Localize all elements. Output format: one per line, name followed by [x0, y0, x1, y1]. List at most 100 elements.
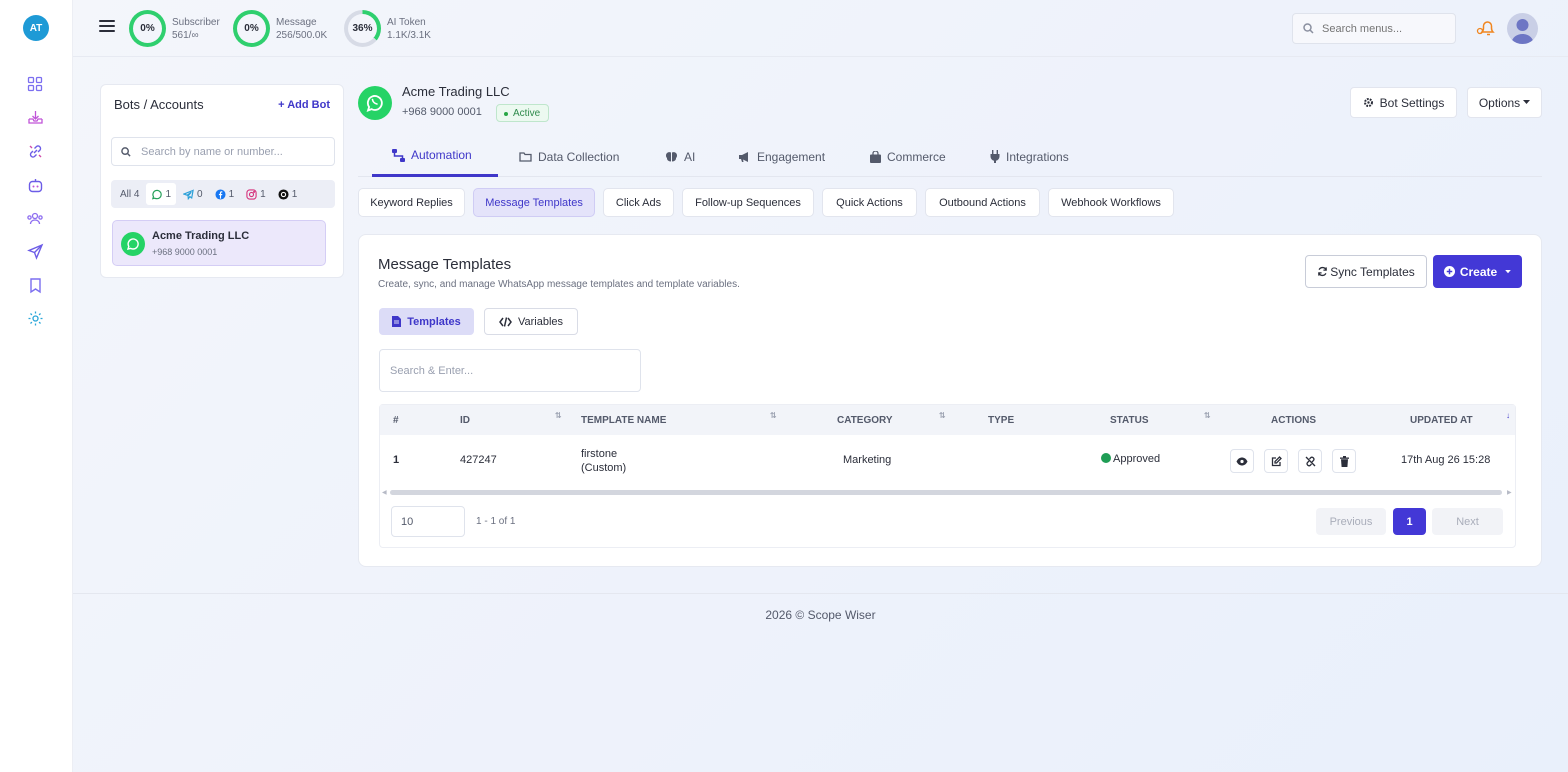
template-search-field[interactable]: Search & Enter...: [379, 349, 641, 392]
menu-toggle-icon[interactable]: [99, 20, 115, 34]
bot-settings-button[interactable]: Bot Settings: [1350, 87, 1457, 118]
subtab-quick-actions[interactable]: Quick Actions: [822, 188, 917, 217]
platform-filter-bar: All 4 1 0 1 1 1: [111, 180, 335, 208]
user-avatar[interactable]: [1507, 13, 1538, 44]
bot-list-item[interactable]: Acme Trading LLC +968 9000 0001: [112, 220, 326, 266]
horizontal-scrollbar[interactable]: [390, 490, 1502, 495]
variables-view-label: Variables: [517, 315, 564, 328]
brain-icon: [666, 151, 677, 161]
workspace-avatar[interactable]: AT: [23, 15, 49, 41]
scroll-right-icon[interactable]: ▶: [1507, 489, 1512, 496]
row-updated-at: 17th Aug 26 15:28: [1401, 454, 1491, 466]
row-template-name-line1: firstone: [581, 448, 618, 460]
eye-icon: [1236, 457, 1248, 465]
col-status[interactable]: STATUS: [1110, 415, 1149, 426]
current-page-button[interactable]: 1: [1393, 508, 1426, 535]
view-template-button[interactable]: [1230, 449, 1254, 473]
filter-instagram-count: 1: [260, 188, 266, 200]
subtab-outbound-actions[interactable]: Outbound Actions: [925, 188, 1040, 217]
filter-telegram[interactable]: 0: [178, 183, 208, 205]
message-usage: 0% Message 256/500.0K: [233, 10, 327, 47]
row-category: Marketing: [843, 454, 892, 466]
table-header: # ID ⇅ TEMPLATE NAME ⇅ CATEGORY ⇅ TYPE S…: [380, 405, 1515, 435]
edit-template-button[interactable]: [1264, 449, 1288, 473]
col-num[interactable]: #: [393, 415, 399, 426]
bot-icon[interactable]: [25, 175, 45, 195]
templates-table: # ID ⇅ TEMPLATE NAME ⇅ CATEGORY ⇅ TYPE S…: [379, 404, 1516, 548]
filter-instagram[interactable]: 1: [241, 183, 271, 205]
ai-token-label: AI Token: [387, 16, 426, 28]
link-icon[interactable]: [25, 141, 45, 161]
create-button[interactable]: Create: [1433, 255, 1522, 288]
filter-whatsapp[interactable]: 1: [146, 183, 177, 205]
sort-icon[interactable]: ⇅: [770, 411, 777, 420]
col-template-name[interactable]: TEMPLATE NAME: [581, 415, 666, 426]
subtab-webhook-workflows[interactable]: Webhook Workflows: [1048, 188, 1174, 217]
subtab-keyword-replies[interactable]: Keyword Replies: [358, 188, 465, 217]
variables-view-tab[interactable]: Variables: [484, 308, 578, 335]
bot-search-field[interactable]: Search by name or number...: [111, 137, 335, 166]
sync-templates-button[interactable]: Sync Templates: [1305, 255, 1427, 288]
sort-icon[interactable]: ⇅: [939, 411, 946, 420]
dashboard-icon[interactable]: [25, 74, 45, 94]
tab-data-collection[interactable]: Data Collection: [519, 136, 619, 177]
top-bar: 0% Subscriber 561/∞ 0% Message 256/500.0…: [73, 0, 1568, 57]
row-status-label: Approved: [1113, 453, 1161, 465]
col-id[interactable]: ID: [460, 415, 470, 426]
menu-search[interactable]: [1292, 13, 1456, 44]
subscriber-ring: 0%: [129, 10, 166, 47]
col-type[interactable]: TYPE: [988, 415, 1014, 426]
sort-icon[interactable]: ⇅: [555, 411, 562, 420]
table-row[interactable]: 1 427247 firstone (Custom) Marketing App…: [380, 435, 1515, 487]
tab-automation[interactable]: Automation: [372, 136, 498, 177]
bot-settings-label: Bot Settings: [1379, 95, 1445, 110]
filter-threads[interactable]: 1: [273, 183, 303, 205]
tab-commerce[interactable]: Commerce: [870, 136, 946, 177]
subtab-click-ads[interactable]: Click Ads: [603, 188, 674, 217]
settings-icon[interactable]: [25, 308, 45, 328]
menu-search-input[interactable]: [1322, 22, 1442, 35]
notification-bell-icon[interactable]: [1476, 18, 1496, 41]
next-page-button[interactable]: Next: [1432, 508, 1503, 535]
plus-circle-icon: [1443, 266, 1455, 277]
options-dropdown[interactable]: Options: [1467, 87, 1542, 118]
unlink-template-button[interactable]: [1298, 449, 1322, 473]
filter-facebook[interactable]: 1: [210, 183, 240, 205]
subscriber-value: 561/∞: [172, 29, 199, 41]
tab-ai-label: AI: [684, 149, 696, 164]
tab-automation-label: Automation: [411, 148, 472, 162]
contacts-icon[interactable]: [25, 208, 45, 228]
delete-template-button[interactable]: [1332, 449, 1356, 473]
filter-all[interactable]: All 4: [115, 183, 144, 205]
subscriber-percent: 0%: [133, 14, 162, 43]
add-bot-button[interactable]: + Add Bot: [278, 99, 330, 111]
bookmark-icon[interactable]: [25, 275, 45, 295]
tab-ai[interactable]: AI: [665, 136, 695, 177]
sort-desc-icon[interactable]: ↓: [1506, 411, 1510, 420]
bot-phone-number: +968 9000 0001: [402, 106, 482, 118]
bot-list-item-number: +968 9000 0001: [152, 247, 218, 257]
col-category[interactable]: CATEGORY: [837, 415, 893, 426]
tab-engagement[interactable]: Engagement: [738, 136, 825, 177]
templates-view-tab[interactable]: Templates: [379, 308, 474, 335]
ai-token-ring: 36%: [344, 10, 381, 47]
subtab-follow-up-sequences[interactable]: Follow-up Sequences: [682, 188, 814, 217]
tab-integrations-label: Integrations: [1006, 149, 1069, 164]
previous-page-button[interactable]: Previous: [1316, 508, 1386, 535]
footer-copyright: 2026 © Scope Wiser: [765, 608, 876, 622]
caret-down-icon: [1505, 269, 1511, 273]
col-updated-at[interactable]: UPDATED AT: [1410, 415, 1473, 426]
scroll-left-icon[interactable]: ◀: [382, 489, 387, 496]
row-status: Approved: [1101, 453, 1160, 465]
sort-icon[interactable]: ⇅: [1204, 411, 1211, 420]
tab-integrations[interactable]: Integrations: [990, 136, 1069, 177]
tab-commerce-label: Commerce: [887, 149, 946, 164]
col-actions: ACTIONS: [1271, 415, 1316, 426]
message-ring: 0%: [233, 10, 270, 47]
page-size-input[interactable]: 10: [391, 506, 465, 537]
send-icon[interactable]: [25, 241, 45, 261]
row-template-name-line2: (Custom): [581, 462, 627, 474]
inbox-download-icon[interactable]: [25, 107, 45, 127]
subtab-message-templates[interactable]: Message Templates: [473, 188, 595, 217]
threads-icon: [278, 188, 289, 200]
